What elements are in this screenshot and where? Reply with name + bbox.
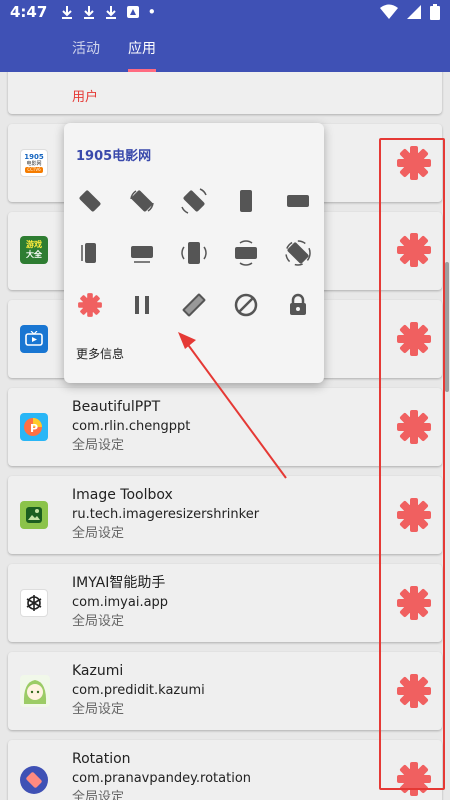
- app-package: com.imyai.app: [72, 595, 169, 610]
- full-sensor-icon[interactable]: [284, 239, 312, 267]
- app-package: com.predidit.kazumi: [72, 683, 205, 698]
- app-icon-games: 游戏 大全: [20, 236, 48, 264]
- app-info: Kazumi com.predidit.kazumi 全局设定: [72, 662, 205, 719]
- app-icon-imyai: [20, 589, 48, 617]
- gear-icon[interactable]: [394, 759, 434, 799]
- app-info: IMYAI智能助手 com.imyai.app 全局设定: [72, 574, 168, 631]
- tv-icon: [25, 331, 43, 346]
- app-mode: 全局设定: [72, 790, 125, 800]
- gear-icon[interactable]: [394, 319, 434, 359]
- list-item[interactable]: Image Toolbox ru.tech.imageresizershrink…: [8, 476, 442, 554]
- popup-title: 1905电影网: [76, 149, 152, 164]
- ppt-icon: P: [24, 418, 42, 436]
- openai-icon: [26, 595, 42, 611]
- lock-icon[interactable]: [284, 291, 312, 319]
- landscape-icon[interactable]: [284, 187, 312, 215]
- anime-avatar-icon: [23, 680, 47, 704]
- list-item[interactable]: P BeautifulPPT com.rlin.chengppt 全局设定: [8, 388, 442, 466]
- app-mode: 全局设定: [72, 526, 125, 541]
- svg-text:P: P: [30, 422, 38, 435]
- app-package: com.pranavpandey.rotation: [72, 771, 252, 786]
- image-icon: [26, 507, 42, 523]
- rotate-left-tilt-icon[interactable]: [76, 187, 104, 215]
- app-name: IMYAI智能助手: [72, 575, 166, 591]
- download-icon: [84, 6, 95, 19]
- tab-activity[interactable]: 活动: [72, 24, 100, 72]
- user-card[interactable]: 用户: [8, 72, 442, 114]
- gear-icon[interactable]: [394, 407, 434, 447]
- download-icon: [62, 6, 73, 19]
- app-icon-beautifulppt: P: [20, 413, 48, 441]
- app-name: Kazumi: [72, 663, 124, 679]
- tab-apps[interactable]: 应用: [128, 24, 156, 72]
- portrait-sensor-icon[interactable]: [76, 239, 104, 267]
- app-name: Rotation: [72, 751, 131, 767]
- gear-icon[interactable]: [76, 291, 104, 319]
- app-icon-rotation: [20, 766, 48, 794]
- landscape-reverse-icon[interactable]: [232, 239, 260, 267]
- block-icon[interactable]: [232, 291, 260, 319]
- portrait-icon[interactable]: [232, 187, 260, 215]
- list-item[interactable]: Rotation com.pranavpandey.rotation 全局设定: [8, 740, 442, 800]
- download-icon: [106, 6, 117, 19]
- list-item[interactable]: Kazumi com.predidit.kazumi 全局设定: [8, 652, 442, 730]
- rotate-auto-tilt-icon[interactable]: [128, 187, 156, 215]
- status-bar: 4:47 •: [0, 0, 450, 24]
- app-name: BeautifulPPT: [72, 399, 161, 415]
- list-item[interactable]: IMYAI智能助手 com.imyai.app 全局设定: [8, 564, 442, 642]
- battery-icon: [430, 4, 440, 20]
- app-mode: 全局设定: [72, 702, 125, 717]
- landscape-sensor-icon[interactable]: [128, 239, 156, 267]
- app-package: com.rlin.chengppt: [72, 419, 191, 434]
- app-info: BeautifulPPT com.rlin.chengppt 全局设定: [72, 398, 190, 455]
- status-time: 4:47: [10, 3, 48, 21]
- wifi-icon: [380, 4, 398, 19]
- app-info: Rotation com.pranavpandey.rotation 全局设定: [72, 750, 251, 800]
- tab-bar: 活动 应用: [0, 24, 450, 72]
- gear-icon[interactable]: [394, 671, 434, 711]
- app-mode: 全局设定: [72, 438, 125, 453]
- app-package: ru.tech.imageresizershrinker: [72, 507, 260, 522]
- app-icon-kazumi: [20, 675, 50, 707]
- rotate-sensor-tilt-icon[interactable]: [180, 187, 208, 215]
- user-label: 用户: [72, 90, 99, 105]
- app-icon-tv: [20, 325, 48, 353]
- app-icon-1905: 1905 电影网 CCTV6: [20, 149, 48, 177]
- app-mode: 全局设定: [72, 614, 125, 629]
- portrait-reverse-icon[interactable]: [180, 239, 208, 267]
- signal-icon: [407, 5, 421, 19]
- gear-icon[interactable]: [394, 495, 434, 535]
- app-icon-image-toolbox: [20, 501, 48, 529]
- app-info: Image Toolbox ru.tech.imageresizershrink…: [72, 486, 259, 543]
- app-name: Image Toolbox: [72, 487, 173, 503]
- more-info-button[interactable]: 更多信息: [76, 345, 124, 362]
- gear-icon[interactable]: [394, 143, 434, 183]
- pause-icon[interactable]: [128, 291, 156, 319]
- app-notification-icon: [127, 6, 140, 18]
- notification-dot: •: [147, 3, 157, 21]
- scrollbar[interactable]: [445, 262, 449, 392]
- eraser-icon[interactable]: [180, 291, 208, 319]
- rotation-icon: [26, 772, 42, 788]
- orientation-popup: 1905电影网 更多信息: [64, 123, 324, 383]
- gear-icon[interactable]: [394, 583, 434, 623]
- gear-icon[interactable]: [394, 230, 434, 270]
